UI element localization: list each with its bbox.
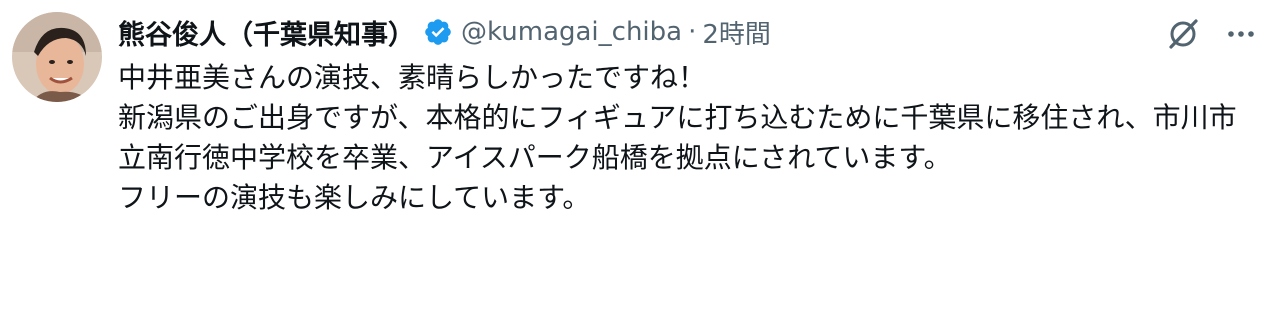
header-separator: ·: [688, 17, 697, 47]
tweet-paragraph: フリーの演技も楽しみにしています。: [118, 181, 591, 214]
user-handle[interactable]: @kumagai_chiba: [461, 17, 682, 47]
tweet-paragraph: 新潟県のご出身ですが、本格的にフィギュアに打ち込むために千葉県に移住され、市川市…: [118, 101, 1237, 174]
more-options-icon[interactable]: [1223, 16, 1259, 52]
avatar[interactable]: [12, 12, 102, 102]
tweet-content: 熊谷俊人（千葉県知事） @kumagai_chiba · 2時間 中井亜美さんの…: [118, 10, 1259, 218]
grok-icon[interactable]: [1165, 16, 1201, 52]
tweet-paragraph: 中井亜美さんの演技、素晴らしかったですね！: [118, 61, 707, 94]
verified-badge-icon[interactable]: [423, 17, 453, 47]
tweet: 熊谷俊人（千葉県知事） @kumagai_chiba · 2時間 中井亜美さんの…: [0, 0, 1279, 314]
display-name[interactable]: 熊谷俊人（千葉県知事）: [118, 13, 415, 52]
avatar-image: [12, 12, 102, 102]
header-actions: [1165, 16, 1259, 52]
tweet-timestamp[interactable]: 2時間: [702, 14, 771, 51]
tweet-text: 中井亜美さんの演技、素晴らしかったですね！ 新潟県のご出身ですが、本格的にフィギ…: [118, 58, 1248, 218]
tweet-header: 熊谷俊人（千葉県知事） @kumagai_chiba · 2時間: [118, 10, 1259, 54]
